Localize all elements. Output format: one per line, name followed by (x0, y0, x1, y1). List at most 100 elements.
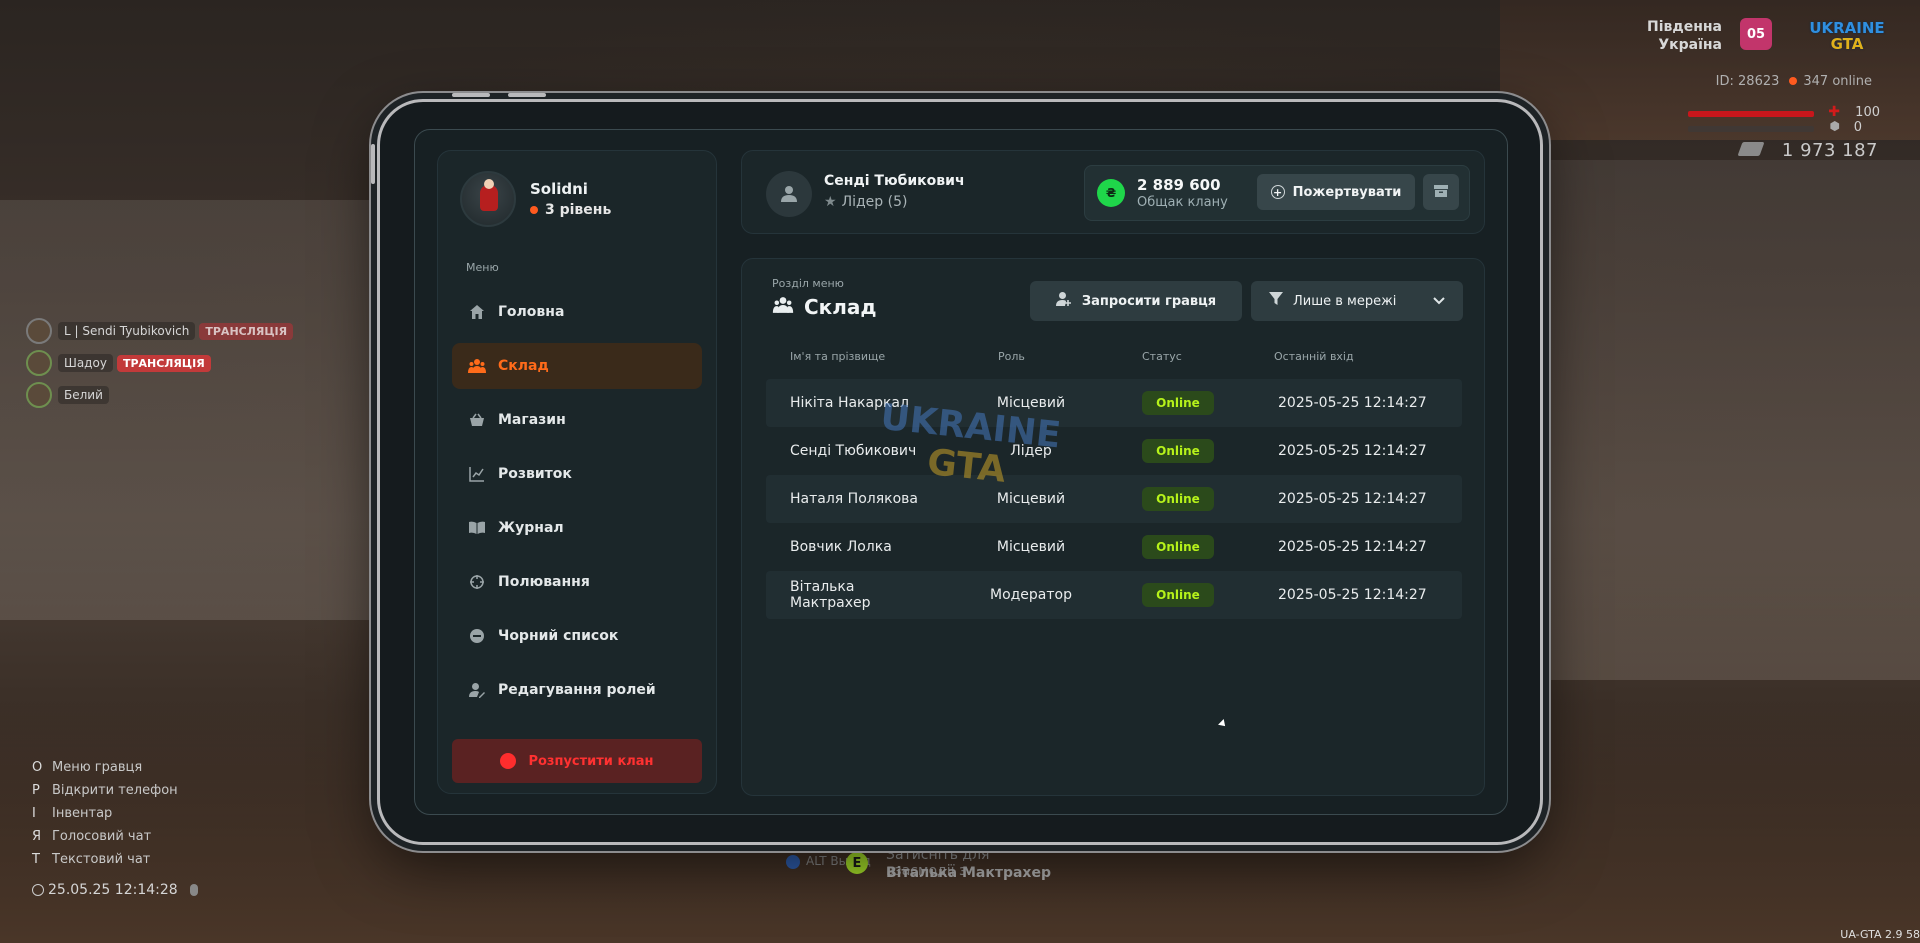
key-hint: T Текстовий чат (32, 852, 151, 867)
sidebar-item-development[interactable]: Розвиток (452, 451, 702, 497)
sidebar-item-label: Магазин (498, 412, 566, 428)
user-add-icon (1055, 291, 1072, 311)
tablet-button (371, 144, 375, 184)
clan-fund: ₴ 2 889 600 Общак клану + Пожертвувати (1084, 165, 1470, 221)
member-last-login: 2025-05-25 12:14:27 (1278, 443, 1427, 459)
member-role: Лідер (1010, 443, 1052, 459)
table-row[interactable]: Сенді Тюбикович Лідер Online 2025-05-25 … (766, 427, 1462, 475)
book-icon (468, 519, 486, 537)
key-hints: O Меню гравця P Відкрити телефон I Інвентар… (32, 756, 178, 871)
sidebar-nav: Головна Склад Магазин Розвиток Журнал По… (452, 289, 702, 721)
fund-box-button[interactable] (1423, 174, 1459, 210)
page-title: Склад (772, 295, 877, 319)
level-dot-icon (530, 206, 538, 214)
member-last-login: 2025-05-25 12:14:27 (1278, 491, 1427, 507)
broadcast-tag: ТРАНСЛЯЦІЯ (116, 354, 211, 372)
box-icon (1433, 183, 1449, 202)
voice-name: L | Sendi Tyubikovich (58, 322, 196, 340)
star-icon: ★ (824, 194, 837, 210)
voice-name: Белий (58, 386, 109, 404)
key-hint: Я Голосовий чат (32, 829, 152, 844)
clan-level: 3 рівень (530, 202, 611, 218)
sidebar-item-journal[interactable]: Журнал (452, 505, 702, 551)
filter-label: Лише в мережі (1293, 293, 1397, 309)
sidebar-item-warehouse[interactable]: Склад (452, 343, 702, 389)
sidebar-item-hunting[interactable]: Полювання (452, 559, 702, 605)
status-badge: Online (1142, 487, 1214, 511)
table-row[interactable]: Наталя Полякова Місцевий Online 2025-05-… (766, 475, 1462, 523)
status-badge: Online (1142, 439, 1214, 463)
sidebar-item-label: Чорний список (498, 628, 619, 644)
coin-icon: ₴ (1097, 179, 1125, 207)
member-name: Нікіта Накаркал (790, 395, 909, 411)
donate-label: Пожертвувати (1292, 184, 1402, 200)
clock-icon (32, 884, 44, 896)
sidebar-item-home[interactable]: Головна (452, 289, 702, 335)
avatar (460, 171, 516, 227)
sidebar-item-label: Склад (498, 358, 549, 374)
clock: 25.05.25 12:14:28 (32, 882, 198, 898)
mic-icon (189, 884, 198, 896)
version-label: UA-GTA 2.9 58 (1840, 928, 1920, 941)
table-row[interactable]: Віталька Мактрахер Модератор Online 2025… (766, 571, 1462, 619)
table-header: Ім'я та прізвище Роль Статус Останній вх… (766, 350, 1462, 370)
health-value: 100 (1855, 105, 1880, 120)
invite-player-button[interactable]: Запросити гравця (1030, 281, 1242, 321)
sidebar-item-shop[interactable]: Магазин (452, 397, 702, 443)
voice-list: L | Sendi Tyubikovich ТРАНСЛЯЦІЯ Шадоу Т… (26, 318, 294, 414)
filter-icon (1269, 292, 1283, 310)
member-role: Місцевий (996, 395, 1066, 411)
basket-icon (468, 411, 486, 429)
avatar (26, 382, 52, 408)
user-card: Сенді Тюбикович ★ Лідер (5) ₴ 2 889 600 О… (741, 150, 1485, 234)
user-name: Сенді Тюбикович (824, 173, 965, 189)
player-id: ID: 28623 (1715, 74, 1780, 89)
region-badge: 05 (1740, 18, 1772, 50)
online-count: 347 online (1803, 74, 1872, 89)
main-panel: Розділ меню Склад Запросити гравця Лише … (741, 258, 1485, 796)
home-icon (468, 303, 486, 321)
member-name: Вовчик Лолка (790, 539, 892, 555)
online-filter-dropdown[interactable]: Лише в мережі (1251, 281, 1463, 321)
member-name: Віталька Мактрахер (790, 579, 871, 611)
donate-button[interactable]: + Пожертвувати (1257, 174, 1415, 210)
col-role: Роль (998, 350, 1025, 363)
sidebar-item-blacklist[interactable]: Чорний список (452, 613, 702, 659)
disband-clan-button[interactable]: Розпустити клан (452, 739, 702, 783)
member-name: Наталя Полякова (790, 491, 918, 507)
table-row[interactable]: Вовчик Лолка Місцевий Online 2025-05-25 … (766, 523, 1462, 571)
col-last-login: Останній вхід (1274, 350, 1354, 363)
people-icon (772, 295, 794, 319)
voice-item: L | Sendi Tyubikovich ТРАНСЛЯЦІЯ (26, 318, 294, 344)
health-icon: ✚ (1828, 104, 1840, 120)
sidebar-item-role-editing[interactable]: Редагування ролей (452, 667, 702, 713)
menu-label: Меню (466, 261, 499, 274)
member-last-login: 2025-05-25 12:14:27 (1278, 395, 1427, 411)
key-hint: P Відкрити телефон (32, 783, 178, 798)
table-row[interactable]: Нікіта Накаркал Місцевий Online 2025-05-… (766, 379, 1462, 427)
block-icon (468, 627, 486, 645)
sidebar-item-label: Редагування ролей (498, 682, 656, 698)
member-name: Сенді Тюбикович (790, 443, 917, 459)
member-role: Місцевий (996, 539, 1066, 555)
col-status: Статус (1142, 350, 1182, 363)
chevron-down-icon (1433, 294, 1445, 309)
tablet-button (508, 93, 546, 97)
cash-icon (1737, 142, 1765, 156)
shield-icon: ⬢ (1829, 119, 1840, 133)
broadcast-tag: ТРАНСЛЯЦІЯ (199, 322, 294, 340)
armor-value: 0 (1853, 120, 1862, 135)
server-info: ID: 28623 347 online (1716, 74, 1872, 89)
user-avatar-icon (766, 171, 812, 217)
hud-top-right: Південна Україна 05 UKRAINE GTA ID: 2862… (1642, 14, 1902, 164)
voice-item: Белий (26, 382, 293, 408)
invite-label: Запросити гравця (1081, 293, 1217, 309)
fund-label: Общак клану (1137, 195, 1228, 210)
background-wall-right (1500, 160, 1920, 680)
interact-key[interactable]: E (846, 852, 868, 874)
section-label: Розділ меню (772, 277, 844, 290)
status-badge: Online (1142, 583, 1214, 607)
sidebar-item-label: Полювання (498, 574, 590, 590)
region-name: Південна Україна (1647, 19, 1722, 53)
crosshair-icon (468, 573, 486, 591)
